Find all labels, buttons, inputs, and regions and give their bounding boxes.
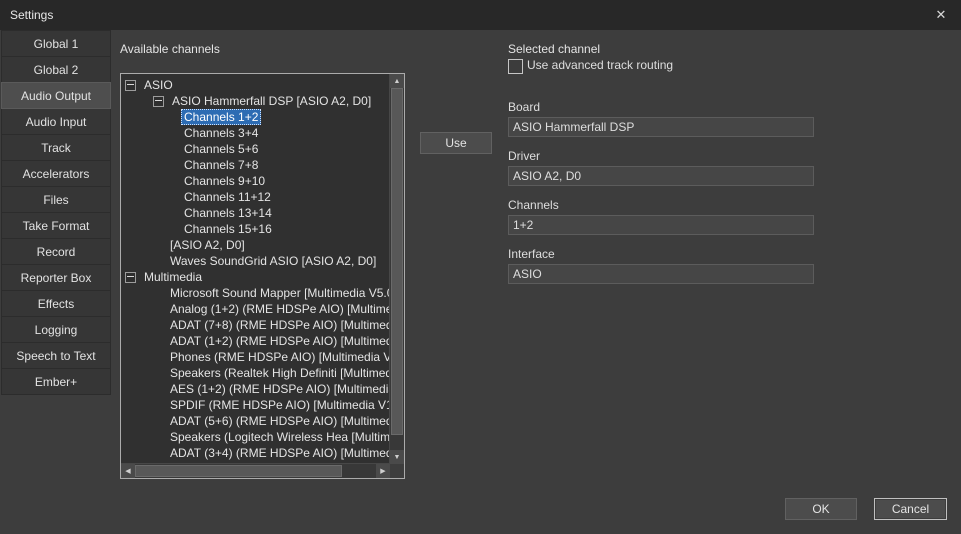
horizontal-scrollbar[interactable]: ◀ ▶ <box>121 463 390 478</box>
tree-item-channels-1-2[interactable]: Channels 1+2 <box>121 109 390 125</box>
collapse-icon[interactable] <box>125 272 136 283</box>
sidebar-item-reporter-box[interactable]: Reporter Box <box>1 264 111 291</box>
scroll-up-icon[interactable]: ▲ <box>390 74 404 88</box>
sidebar-item-speech-to-text[interactable]: Speech to Text <box>1 342 111 369</box>
tree-item-label: ASIO Hammerfall DSP [ASIO A2, D0] <box>169 93 374 109</box>
tree-item[interactable]: ADAT (1+2) (RME HDSPe AIO) [Multimedia V <box>121 333 390 349</box>
tree-item-label: Channels 3+4 <box>181 125 261 141</box>
tree-item-label: Multimedia <box>141 269 205 285</box>
sidebar-item-ember[interactable]: Ember+ <box>1 368 111 395</box>
sidebar-item-global-1[interactable]: Global 1 <box>1 30 111 57</box>
tree-item[interactable]: Channels 5+6 <box>121 141 390 157</box>
interface-label: Interface <box>508 247 555 261</box>
tree-item[interactable]: Analog (1+2) (RME HDSPe AIO) [Multimedia <box>121 301 390 317</box>
window-title: Settings <box>0 8 53 22</box>
tree-item[interactable]: Phones (RME HDSPe AIO) [Multimedia V10. <box>121 349 390 365</box>
sidebar-item-take-format[interactable]: Take Format <box>1 212 111 239</box>
tree-item-label: Channels 9+10 <box>181 173 268 189</box>
tree-item-label: Channels 15+16 <box>181 221 275 237</box>
sidebar-item-accelerators[interactable]: Accelerators <box>1 160 111 187</box>
channels-label: Channels <box>508 198 559 212</box>
scroll-right-icon[interactable]: ▶ <box>376 464 390 478</box>
tree-item-label: Waves SoundGrid ASIO [ASIO A2, D0] <box>167 253 379 269</box>
tree-item[interactable]: Microsoft Sound Mapper [Multimedia V5.0 <box>121 285 390 301</box>
tree-item-label: AES (1+2) (RME HDSPe AIO) [Multimedia V1 <box>167 381 390 397</box>
scroll-down-icon[interactable]: ▼ <box>390 450 404 464</box>
tree-item[interactable]: ADAT (3+4) (RME HDSPe AIO) [Multimedia <box>121 445 390 461</box>
sidebar-item-audio-input[interactable]: Audio Input <box>1 108 111 135</box>
tree-item[interactable]: Channels 3+4 <box>121 125 390 141</box>
tree-item-label: ADAT (3+4) (RME HDSPe AIO) [Multimedia <box>167 445 390 461</box>
tree-item-label: Channels 5+6 <box>181 141 261 157</box>
settings-dialog: Settings ✕ Global 1 Global 2 Audio Outpu… <box>0 0 961 534</box>
available-channels-list: ASIO ASIO Hammerfall DSP [ASIO A2, D0] C… <box>120 73 405 479</box>
tree-item-label: ASIO <box>141 77 176 93</box>
sidebar-item-record[interactable]: Record <box>1 238 111 265</box>
tree-item[interactable]: Channels 13+14 <box>121 205 390 221</box>
tree-item[interactable]: Multimedia <box>121 269 390 285</box>
tree-item-label: ADAT (7+8) (RME HDSPe AIO) [Multimedia V <box>167 317 390 333</box>
tree-item-label: Analog (1+2) (RME HDSPe AIO) [Multimedia <box>167 301 390 317</box>
sidebar-item-files[interactable]: Files <box>1 186 111 213</box>
sidebar-item-track[interactable]: Track <box>1 134 111 161</box>
selected-channel-heading: Selected channel <box>508 42 600 56</box>
tree-item-label: Speakers (Logitech Wireless Hea [Multime… <box>167 429 390 445</box>
interface-field[interactable] <box>508 264 814 284</box>
tree-item-label: Channels 1+2 <box>181 109 261 125</box>
vertical-scrollbar[interactable]: ▲ ▼ <box>389 74 404 464</box>
tree-item-label: Phones (RME HDSPe AIO) [Multimedia V10. <box>167 349 390 365</box>
use-button[interactable]: Use <box>420 132 492 154</box>
board-label: Board <box>508 100 540 114</box>
tree-item[interactable]: Channels 9+10 <box>121 173 390 189</box>
tree-item[interactable]: Channels 11+12 <box>121 189 390 205</box>
driver-label: Driver <box>508 149 540 163</box>
sidebar-item-effects[interactable]: Effects <box>1 290 111 317</box>
ok-button[interactable]: OK <box>785 498 857 520</box>
sidebar-item-global-2[interactable]: Global 2 <box>1 56 111 83</box>
cancel-button[interactable]: Cancel <box>874 498 947 520</box>
sidebar-item-logging[interactable]: Logging <box>1 316 111 343</box>
horizontal-scroll-thumb[interactable] <box>135 465 342 477</box>
tree-item-label: Channels 7+8 <box>181 157 261 173</box>
tree-item[interactable]: Speakers (Logitech Wireless Hea [Multime… <box>121 429 390 445</box>
tree-item[interactable]: Speakers (Realtek High Definiti [Multime… <box>121 365 390 381</box>
tree-item-label: [ASIO A2, D0] <box>167 237 248 253</box>
title-bar[interactable]: Settings ✕ <box>0 0 961 30</box>
tree-item[interactable]: AES (1+2) (RME HDSPe AIO) [Multimedia V1 <box>121 381 390 397</box>
available-channels-heading: Available channels <box>120 42 220 56</box>
tree-item[interactable]: ASIO Hammerfall DSP [ASIO A2, D0] <box>121 93 390 109</box>
tree-item[interactable]: Channels 15+16 <box>121 221 390 237</box>
tree-item[interactable]: Channels 7+8 <box>121 157 390 173</box>
scroll-left-icon[interactable]: ◀ <box>121 464 135 478</box>
advanced-routing-label: Use advanced track routing <box>527 59 673 72</box>
tree-item[interactable]: SPDIF (RME HDSPe AIO) [Multimedia V10.0] <box>121 397 390 413</box>
tree-item[interactable]: Waves SoundGrid ASIO [ASIO A2, D0] <box>121 253 390 269</box>
close-icon[interactable]: ✕ <box>926 0 956 30</box>
driver-field[interactable] <box>508 166 814 186</box>
channels-field[interactable] <box>508 215 814 235</box>
collapse-icon[interactable] <box>125 80 136 91</box>
tree-item[interactable]: ADAT (5+6) (RME HDSPe AIO) [Multimedia V <box>121 413 390 429</box>
tree-item-label: Microsoft Sound Mapper [Multimedia V5.0 <box>167 285 390 301</box>
tree-item-label: Speakers (Realtek High Definiti [Multime… <box>167 365 390 381</box>
tree-item-label: ADAT (1+2) (RME HDSPe AIO) [Multimedia V <box>167 333 390 349</box>
tree-item[interactable]: ADAT (7+8) (RME HDSPe AIO) [Multimedia V <box>121 317 390 333</box>
tree-item[interactable]: [ASIO A2, D0] <box>121 237 390 253</box>
advanced-routing-checkbox[interactable] <box>508 59 523 74</box>
sidebar: Global 1 Global 2 Audio Output Audio Inp… <box>1 31 111 395</box>
scrollbar-corner <box>390 464 404 478</box>
vertical-scroll-thumb[interactable] <box>391 88 403 435</box>
channel-tree: ASIO ASIO Hammerfall DSP [ASIO A2, D0] C… <box>121 74 390 464</box>
sidebar-item-audio-output[interactable]: Audio Output <box>1 82 111 109</box>
collapse-icon[interactable] <box>153 96 164 107</box>
tree-item-label: Channels 11+12 <box>181 189 274 205</box>
tree-item-label: SPDIF (RME HDSPe AIO) [Multimedia V10.0] <box>167 397 390 413</box>
tree-item-label: Channels 13+14 <box>181 205 275 221</box>
tree-item[interactable]: ASIO <box>121 77 390 93</box>
tree-item-label: ADAT (5+6) (RME HDSPe AIO) [Multimedia V <box>167 413 390 429</box>
board-field[interactable] <box>508 117 814 137</box>
